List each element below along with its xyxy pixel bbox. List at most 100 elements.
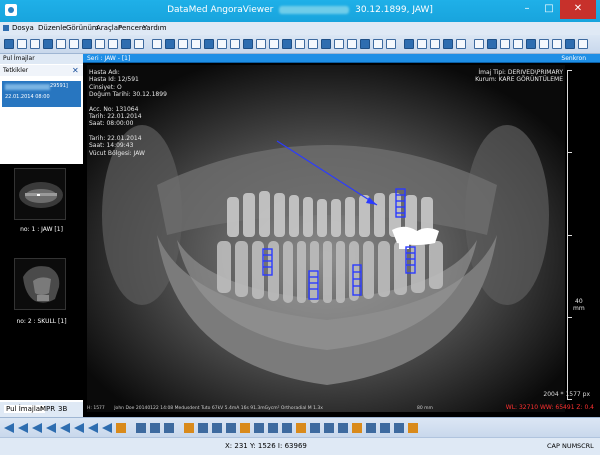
layout-4-icon[interactable] (191, 39, 201, 49)
link-icon[interactable] (565, 39, 575, 49)
window-tool-icon[interactable] (408, 423, 418, 433)
close-studies-icon[interactable]: ✕ (72, 66, 79, 75)
invert-icon[interactable] (443, 39, 453, 49)
note-icon[interactable] (352, 423, 362, 433)
layout-5-icon[interactable] (204, 39, 214, 49)
hand-icon[interactable] (56, 39, 66, 49)
measure-icon[interactable] (500, 39, 510, 49)
cursor-icon[interactable] (474, 39, 484, 49)
ruler-tick (568, 317, 572, 318)
line-icon[interactable] (212, 423, 222, 433)
stamp-icon[interactable] (366, 423, 376, 433)
ruler-value: 40 (575, 298, 583, 305)
stop-icon[interactable] (88, 423, 98, 433)
play-icon[interactable] (32, 423, 42, 433)
next-icon[interactable] (60, 423, 70, 433)
maximize-button[interactable]: □ (538, 0, 560, 19)
tab-3d[interactable]: 3B (58, 405, 67, 413)
image-viewer: Seri : JAW - [1] Senkron Hasta Adı: Hast… (83, 54, 600, 417)
layout-2-icon[interactable] (165, 39, 175, 49)
rectangle-icon[interactable] (268, 423, 278, 433)
window-title: DataMed AngoraViewer 30.12.1899, JAW] (167, 5, 433, 15)
minimize-button[interactable]: – (516, 0, 538, 19)
cine-icon[interactable] (456, 39, 466, 49)
eraser-icon[interactable] (310, 423, 320, 433)
roi-icon[interactable] (526, 39, 536, 49)
studies-tab[interactable]: Tetkikler (0, 65, 83, 76)
sync-series-icon[interactable] (164, 423, 174, 433)
zoom-icon[interactable] (69, 39, 79, 49)
series-thumbnail-skull[interactable] (14, 258, 66, 310)
speed-icon[interactable] (116, 423, 126, 433)
export-icon[interactable] (43, 39, 53, 49)
text-tool-icon[interactable] (240, 423, 250, 433)
grid-1-icon[interactable] (269, 39, 279, 49)
menu-app-icon (3, 25, 9, 31)
reset-icon[interactable] (121, 39, 131, 49)
menu-view[interactable]: Görünüm (66, 24, 99, 32)
close-button[interactable]: ✕ (560, 0, 596, 19)
frame-count-icon[interactable] (136, 423, 146, 433)
print-icon[interactable] (30, 39, 40, 49)
pan-icon[interactable] (82, 39, 92, 49)
prev-first-icon[interactable] (4, 423, 14, 433)
loop-icon[interactable] (102, 423, 112, 433)
menu-edit[interactable]: Düzenle (38, 24, 67, 32)
open-icon[interactable] (4, 39, 14, 49)
angle-icon[interactable] (513, 39, 523, 49)
sync-toggle[interactable]: Senkron (561, 55, 586, 62)
mpr-icon[interactable] (404, 39, 414, 49)
grid-5-icon[interactable] (321, 39, 331, 49)
save-icon[interactable] (17, 39, 27, 49)
ellipse-icon[interactable] (254, 423, 264, 433)
study-item[interactable]: 29591] 22.01.2014 08:00 (2, 81, 81, 107)
flip-icon[interactable] (108, 39, 118, 49)
close-icon[interactable] (134, 39, 144, 49)
layout-7-icon[interactable] (230, 39, 240, 49)
main-toolbar (0, 35, 600, 54)
grid-3-icon[interactable] (295, 39, 305, 49)
rotate-icon[interactable] (95, 39, 105, 49)
status-bar: X: 231 Y: 1526 I: 63969 CAP NUM SCRL (0, 437, 600, 455)
3d-icon[interactable] (417, 39, 427, 49)
pen-icon[interactable] (296, 423, 306, 433)
pointer-icon[interactable] (184, 423, 194, 433)
grid-2-icon[interactable] (282, 39, 292, 49)
print-tool-icon[interactable] (380, 423, 390, 433)
layout-8-icon[interactable] (243, 39, 253, 49)
layout-6-icon[interactable] (217, 39, 227, 49)
menu-window[interactable]: Pencere (118, 24, 146, 32)
patient-info-overlay: Hasta Adı: Hasta Id: 12/591 Cinsiyet: O … (89, 69, 167, 157)
freehand-icon[interactable] (282, 423, 292, 433)
grid-6-icon[interactable] (334, 39, 344, 49)
pause-icon[interactable] (46, 423, 56, 433)
arrow-icon[interactable] (487, 39, 497, 49)
grid-10-icon[interactable] (386, 39, 396, 49)
prev-icon[interactable] (18, 423, 28, 433)
window-icon[interactable] (430, 39, 440, 49)
grid-8-icon[interactable] (360, 39, 370, 49)
jaw-thumbnail-image (15, 169, 65, 219)
export-tool-icon[interactable] (394, 423, 404, 433)
series-thumbnail-jaw[interactable] (14, 168, 66, 220)
grid-9-icon[interactable] (373, 39, 383, 49)
layout-9-icon[interactable] (256, 39, 266, 49)
sync-icon[interactable] (552, 39, 562, 49)
panoramic-xray[interactable]: Hasta Adı: Hasta Id: 12/591 Cinsiyet: O … (87, 65, 565, 412)
menu-help[interactable]: Yardım (143, 24, 167, 32)
next-last-icon[interactable] (74, 423, 84, 433)
tab-thumbnails[interactable]: Pul İmajlar (4, 405, 45, 413)
layout-1-icon[interactable] (152, 39, 162, 49)
text-icon[interactable] (539, 39, 549, 49)
cine-play-icon[interactable] (150, 423, 160, 433)
arrow-tool-icon[interactable] (198, 423, 208, 433)
roi-tool-icon[interactable] (324, 423, 334, 433)
grid-7-icon[interactable] (347, 39, 357, 49)
settings-icon[interactable] (578, 39, 588, 49)
menu-file[interactable]: Dosya (12, 24, 34, 32)
layout-3-icon[interactable] (178, 39, 188, 49)
calibrate-icon[interactable] (338, 423, 348, 433)
angle-icon[interactable] (226, 423, 236, 433)
tab-mpr[interactable]: MPR (40, 405, 55, 413)
grid-4-icon[interactable] (308, 39, 318, 49)
